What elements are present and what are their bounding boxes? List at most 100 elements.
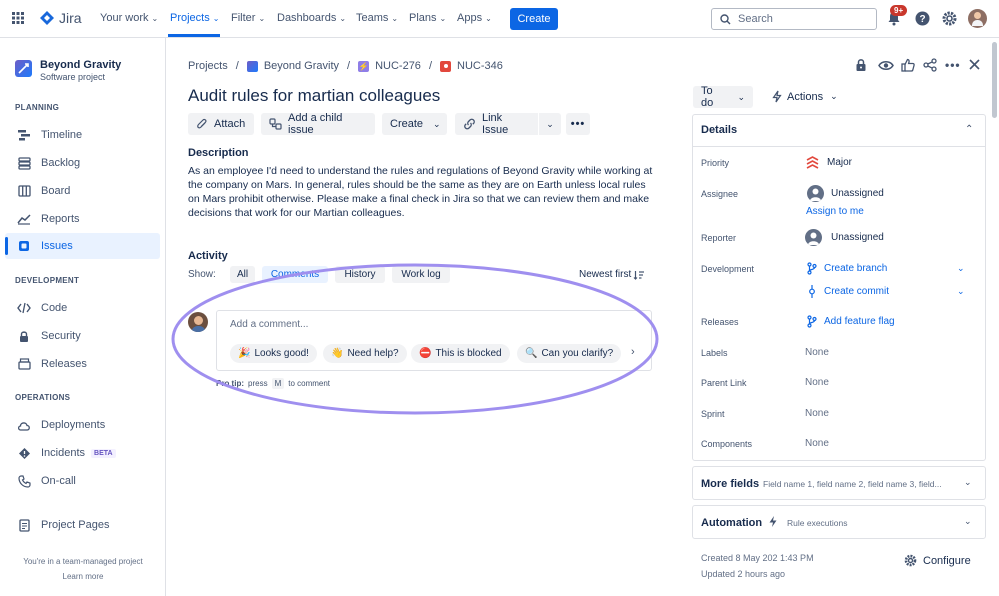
search-placeholder: Search: [738, 13, 773, 25]
created-timestamp: Created 8 May 202 1:43 PM: [701, 553, 814, 563]
sidebar-item-on-call[interactable]: On-call: [5, 468, 160, 494]
link-issue-button[interactable]: Link Issue: [455, 112, 538, 136]
share-icon[interactable]: [923, 58, 937, 72]
sort-toggle[interactable]: Newest first: [579, 269, 645, 280]
configure-button[interactable]: Configure: [904, 554, 971, 567]
thumbs-up-icon[interactable]: [901, 58, 915, 72]
create-commit-link[interactable]: Create commit: [808, 285, 889, 298]
nav-active-indicator: [168, 34, 220, 37]
nav-filter[interactable]: Filter ⌄: [231, 12, 265, 24]
details-heading[interactable]: Details: [701, 124, 737, 136]
sidebar-item-deployments[interactable]: Deployments: [5, 412, 160, 438]
assign-to-me-link[interactable]: Assign to me: [806, 206, 864, 217]
configure-label: Configure: [923, 554, 971, 567]
breadcrumb-issue[interactable]: NUC-346: [457, 60, 503, 72]
chevron-down-icon[interactable]: ⌄: [957, 263, 965, 274]
sidebar-item-label: Board: [41, 185, 71, 197]
filter-work-log[interactable]: Work log: [392, 266, 450, 283]
add-feature-flag-link[interactable]: Add feature flag: [807, 315, 895, 328]
watch-eye-icon[interactable]: [878, 60, 894, 71]
planning-heading: PLANNING: [15, 103, 60, 112]
create-button[interactable]: Create: [510, 8, 558, 30]
sidebar-item-project-pages[interactable]: Project Pages: [5, 512, 160, 538]
nav-dashboards[interactable]: Dashboards ⌄: [277, 12, 346, 24]
sidebar-item-label: Reports: [41, 213, 80, 225]
link-issue-dropdown[interactable]: ⌄: [539, 113, 561, 135]
chevron-down-icon: ⌄: [439, 14, 447, 23]
quick-reply-clarify[interactable]: 🔍 Can you clarify?: [517, 344, 622, 363]
chevron-down-icon[interactable]: ⌄: [964, 477, 972, 488]
lock-icon[interactable]: [855, 58, 867, 72]
reporter-field[interactable]: Unassigned: [805, 229, 884, 246]
scrollbar-thumb[interactable]: [992, 42, 997, 118]
more-actions-icon[interactable]: •••: [566, 113, 590, 135]
feature-flag-icon: [807, 315, 817, 328]
board-icon: [17, 184, 31, 198]
settings-gear-icon[interactable]: [942, 11, 957, 26]
chevron-down-icon[interactable]: ⌄: [964, 516, 972, 527]
filter-all[interactable]: All: [230, 266, 255, 283]
sprint-value[interactable]: None: [805, 408, 829, 419]
priority-field[interactable]: Major: [806, 156, 852, 169]
chevron-down-icon[interactable]: ⌄: [957, 286, 965, 297]
priority-label: Priority: [701, 158, 730, 168]
quick-reply-need-help[interactable]: 👋 Need help?: [323, 344, 407, 363]
sidebar-item-incidents[interactable]: Incidents BETA: [5, 440, 160, 466]
sidebar-item-issues[interactable]: Issues: [5, 233, 160, 259]
comment-placeholder[interactable]: Add a comment...: [230, 319, 308, 330]
more-options-icon[interactable]: •••: [945, 58, 961, 72]
deployments-cloud-icon: [17, 418, 31, 432]
nav-projects[interactable]: Projects ⌄: [170, 12, 219, 24]
link-issue-label: Link Issue: [482, 112, 509, 136]
nav-teams[interactable]: Teams ⌄: [356, 12, 398, 24]
attach-button[interactable]: Attach: [188, 113, 254, 135]
operations-heading: OPERATIONS: [15, 393, 71, 402]
add-child-issue-button[interactable]: Add a child issue: [261, 112, 375, 136]
sidebar-item-board[interactable]: Board: [5, 178, 160, 204]
reporter-label: Reporter: [701, 233, 737, 243]
chevron-down-icon: ⌄: [737, 91, 745, 102]
nav-plans[interactable]: Plans ⌄: [409, 12, 446, 24]
help-icon[interactable]: ?: [915, 11, 930, 26]
breadcrumb-separator: /: [235, 60, 239, 72]
chevron-down-icon: ⌄: [339, 14, 347, 23]
components-value[interactable]: None: [805, 438, 829, 449]
sidebar-item-code[interactable]: Code: [5, 295, 160, 321]
incidents-icon: [17, 446, 31, 460]
sidebar-item-security[interactable]: Security: [5, 323, 160, 349]
filter-history[interactable]: History: [335, 266, 385, 283]
labels-value[interactable]: None: [805, 347, 829, 358]
quick-reply-blocked[interactable]: ⛔ This is blocked: [411, 344, 510, 363]
team-managed-note: You're in a team-managed project: [23, 557, 143, 566]
branch-icon: [807, 262, 817, 275]
chevron-up-icon[interactable]: ⌃: [965, 124, 973, 135]
create-dropdown-button[interactable]: Create ⌄: [382, 113, 447, 135]
parent-link-value[interactable]: None: [805, 377, 829, 388]
nav-your-work[interactable]: Your work ⌄: [100, 12, 158, 24]
sidebar-item-backlog[interactable]: Backlog: [5, 150, 160, 176]
breadcrumb-epic[interactable]: NUC-276: [375, 60, 421, 72]
app-switcher-icon[interactable]: [12, 12, 24, 24]
create-branch-label: Create branch: [824, 263, 888, 274]
sidebar-item-reports[interactable]: Reports: [5, 206, 160, 232]
assignee-field[interactable]: Unassigned: [807, 185, 884, 202]
sidebar-item-timeline[interactable]: Timeline: [5, 122, 160, 148]
quick-reply-looks-good[interactable]: 🎉 Looks good!: [230, 344, 317, 363]
learn-more-link[interactable]: Learn more: [0, 572, 166, 581]
status-dropdown[interactable]: To do ⌄: [693, 85, 753, 109]
actions-dropdown[interactable]: Actions ⌄: [772, 90, 838, 103]
breadcrumb-projects[interactable]: Projects: [188, 60, 228, 72]
close-icon[interactable]: [968, 58, 981, 71]
chevron-right-icon[interactable]: ›: [631, 346, 635, 358]
sidebar-item-releases[interactable]: Releases: [5, 351, 160, 377]
user-avatar[interactable]: [968, 9, 987, 28]
search-input[interactable]: Search: [711, 8, 877, 30]
jira-logo[interactable]: Jira: [39, 10, 82, 26]
filter-comments[interactable]: Comments: [262, 266, 328, 283]
issue-title[interactable]: Audit rules for martian colleagues: [188, 86, 440, 106]
description-text[interactable]: As an employee I'd need to understand th…: [188, 164, 653, 220]
breadcrumb-project[interactable]: Beyond Gravity: [264, 60, 339, 72]
unassigned-avatar-icon: [807, 185, 824, 202]
create-branch-link[interactable]: Create branch: [807, 262, 887, 275]
nav-apps[interactable]: Apps ⌄: [457, 12, 492, 24]
